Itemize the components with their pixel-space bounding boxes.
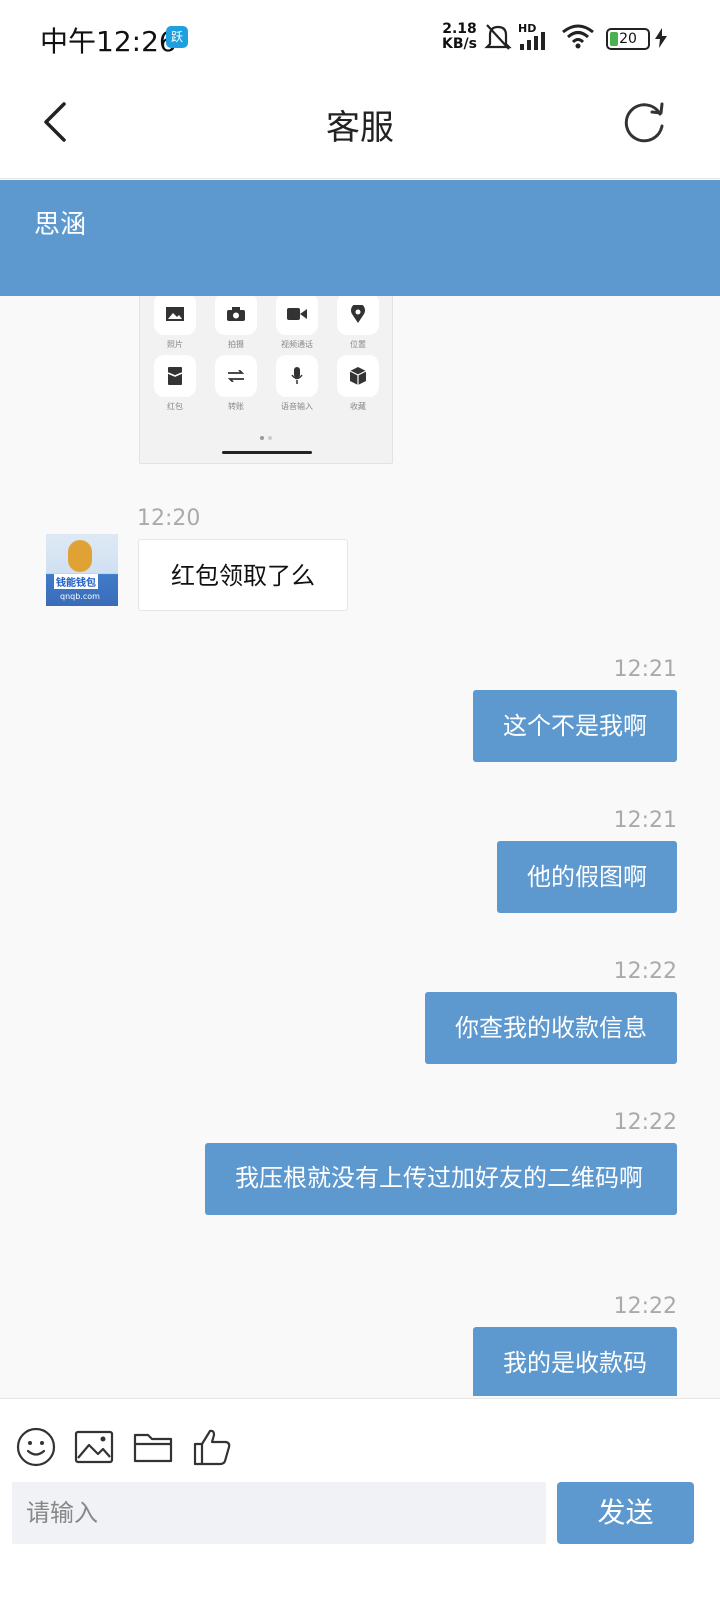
location-icon [351, 305, 365, 323]
mic-icon [291, 367, 303, 384]
composer-toolbar [0, 1398, 720, 1483]
screenshot-item-label: 照片 [167, 340, 183, 349]
screenshot-item-label: 语音输入 [281, 402, 313, 411]
folder-icon[interactable] [133, 1427, 173, 1467]
battery-icon: 20 [606, 28, 650, 50]
message-timestamp: 12:22 [613, 1110, 677, 1135]
image-icon[interactable] [74, 1427, 114, 1467]
screenshot-item-voice-input: 语音输入 [267, 355, 327, 412]
screenshot-item-photo: 照片 [145, 296, 205, 350]
cube-icon [350, 367, 366, 385]
chat-area[interactable]: 照片 拍摄 视频通话 位置 红包 转账 语音输入 收藏 12:20 钱能钱包 q… [0, 296, 720, 1396]
screenshot-item-camera: 拍摄 [206, 296, 266, 350]
message-bubble-sent[interactable]: 这个不是我啊 [473, 690, 677, 762]
app-notification-icon: 跃 [166, 26, 188, 48]
battery-level: 20 [619, 31, 637, 47]
image-icon [166, 307, 184, 321]
red-packet-icon [168, 367, 182, 385]
screenshot-item-favorites: 收藏 [328, 355, 388, 412]
screenshot-item-transfer: 转账 [206, 355, 266, 412]
message-timestamp: 12:21 [613, 657, 677, 682]
message-timestamp: 12:20 [137, 506, 201, 531]
refresh-icon[interactable] [622, 100, 668, 146]
network-speed-unit: KB/s [442, 36, 477, 52]
home-indicator [222, 451, 312, 454]
message-timestamp: 12:22 [613, 1294, 677, 1319]
coin-icon [68, 540, 92, 572]
thumbs-up-icon[interactable] [192, 1427, 232, 1467]
signal-icon [520, 32, 545, 50]
screenshot-item-video-call: 视频通话 [267, 296, 327, 350]
network-speed-value: 2.18 [442, 21, 477, 37]
message-bubble-sent[interactable]: 我的是收款码 [473, 1327, 677, 1396]
page-indicator [258, 425, 274, 444]
bell-muted-icon [484, 24, 512, 50]
message-bubble-sent[interactable]: 我压根就没有上传过加好友的二维码啊 [205, 1143, 677, 1215]
message-input[interactable] [12, 1482, 546, 1544]
composer: 发送 [0, 1482, 720, 1600]
agent-name: 思涵 [34, 210, 87, 240]
message-bubble-sent[interactable]: 你查我的收款信息 [425, 992, 677, 1064]
emoji-icon[interactable] [16, 1427, 56, 1467]
screenshot-item-label: 拍摄 [228, 340, 244, 349]
status-time: 中午12:26 [40, 25, 177, 58]
charging-icon [655, 28, 667, 48]
avatar-url-text: qnqb.com [60, 592, 100, 601]
status-bar: 中午12:26 跃 2.18 KB/s HD 20 [0, 0, 720, 78]
message-timestamp: 12:22 [613, 959, 677, 984]
network-speed: 2.18 KB/s [442, 22, 477, 52]
screenshot-item-label: 收藏 [350, 402, 366, 411]
camera-icon [227, 307, 245, 321]
screenshot-item-label: 视频通话 [281, 340, 313, 349]
screenshot-item-label: 位置 [350, 340, 366, 349]
agent-banner: 思涵 [0, 180, 720, 296]
screenshot-item-label: 红包 [167, 402, 183, 411]
wifi-icon [562, 24, 594, 49]
avatar[interactable]: 钱能钱包 qnqb.com [46, 534, 118, 606]
message-bubble-received[interactable]: 红包领取了么 [138, 539, 348, 611]
send-button[interactable]: 发送 [557, 1482, 694, 1544]
page-title: 客服 [326, 108, 394, 148]
screenshot-item-location: 位置 [328, 296, 388, 350]
message-timestamp: 12:21 [613, 808, 677, 833]
transfer-icon [227, 370, 245, 382]
shared-screenshot-image[interactable]: 照片 拍摄 视频通话 位置 红包 转账 语音输入 收藏 [139, 296, 393, 464]
screenshot-item-label: 转账 [228, 402, 244, 411]
message-bubble-sent[interactable]: 他的假图啊 [497, 841, 677, 913]
nav-bar: 客服 [0, 78, 720, 179]
avatar-logo-text: 钱能钱包 [54, 574, 98, 589]
video-icon [287, 308, 307, 320]
screenshot-item-red-packet: 红包 [145, 355, 205, 412]
